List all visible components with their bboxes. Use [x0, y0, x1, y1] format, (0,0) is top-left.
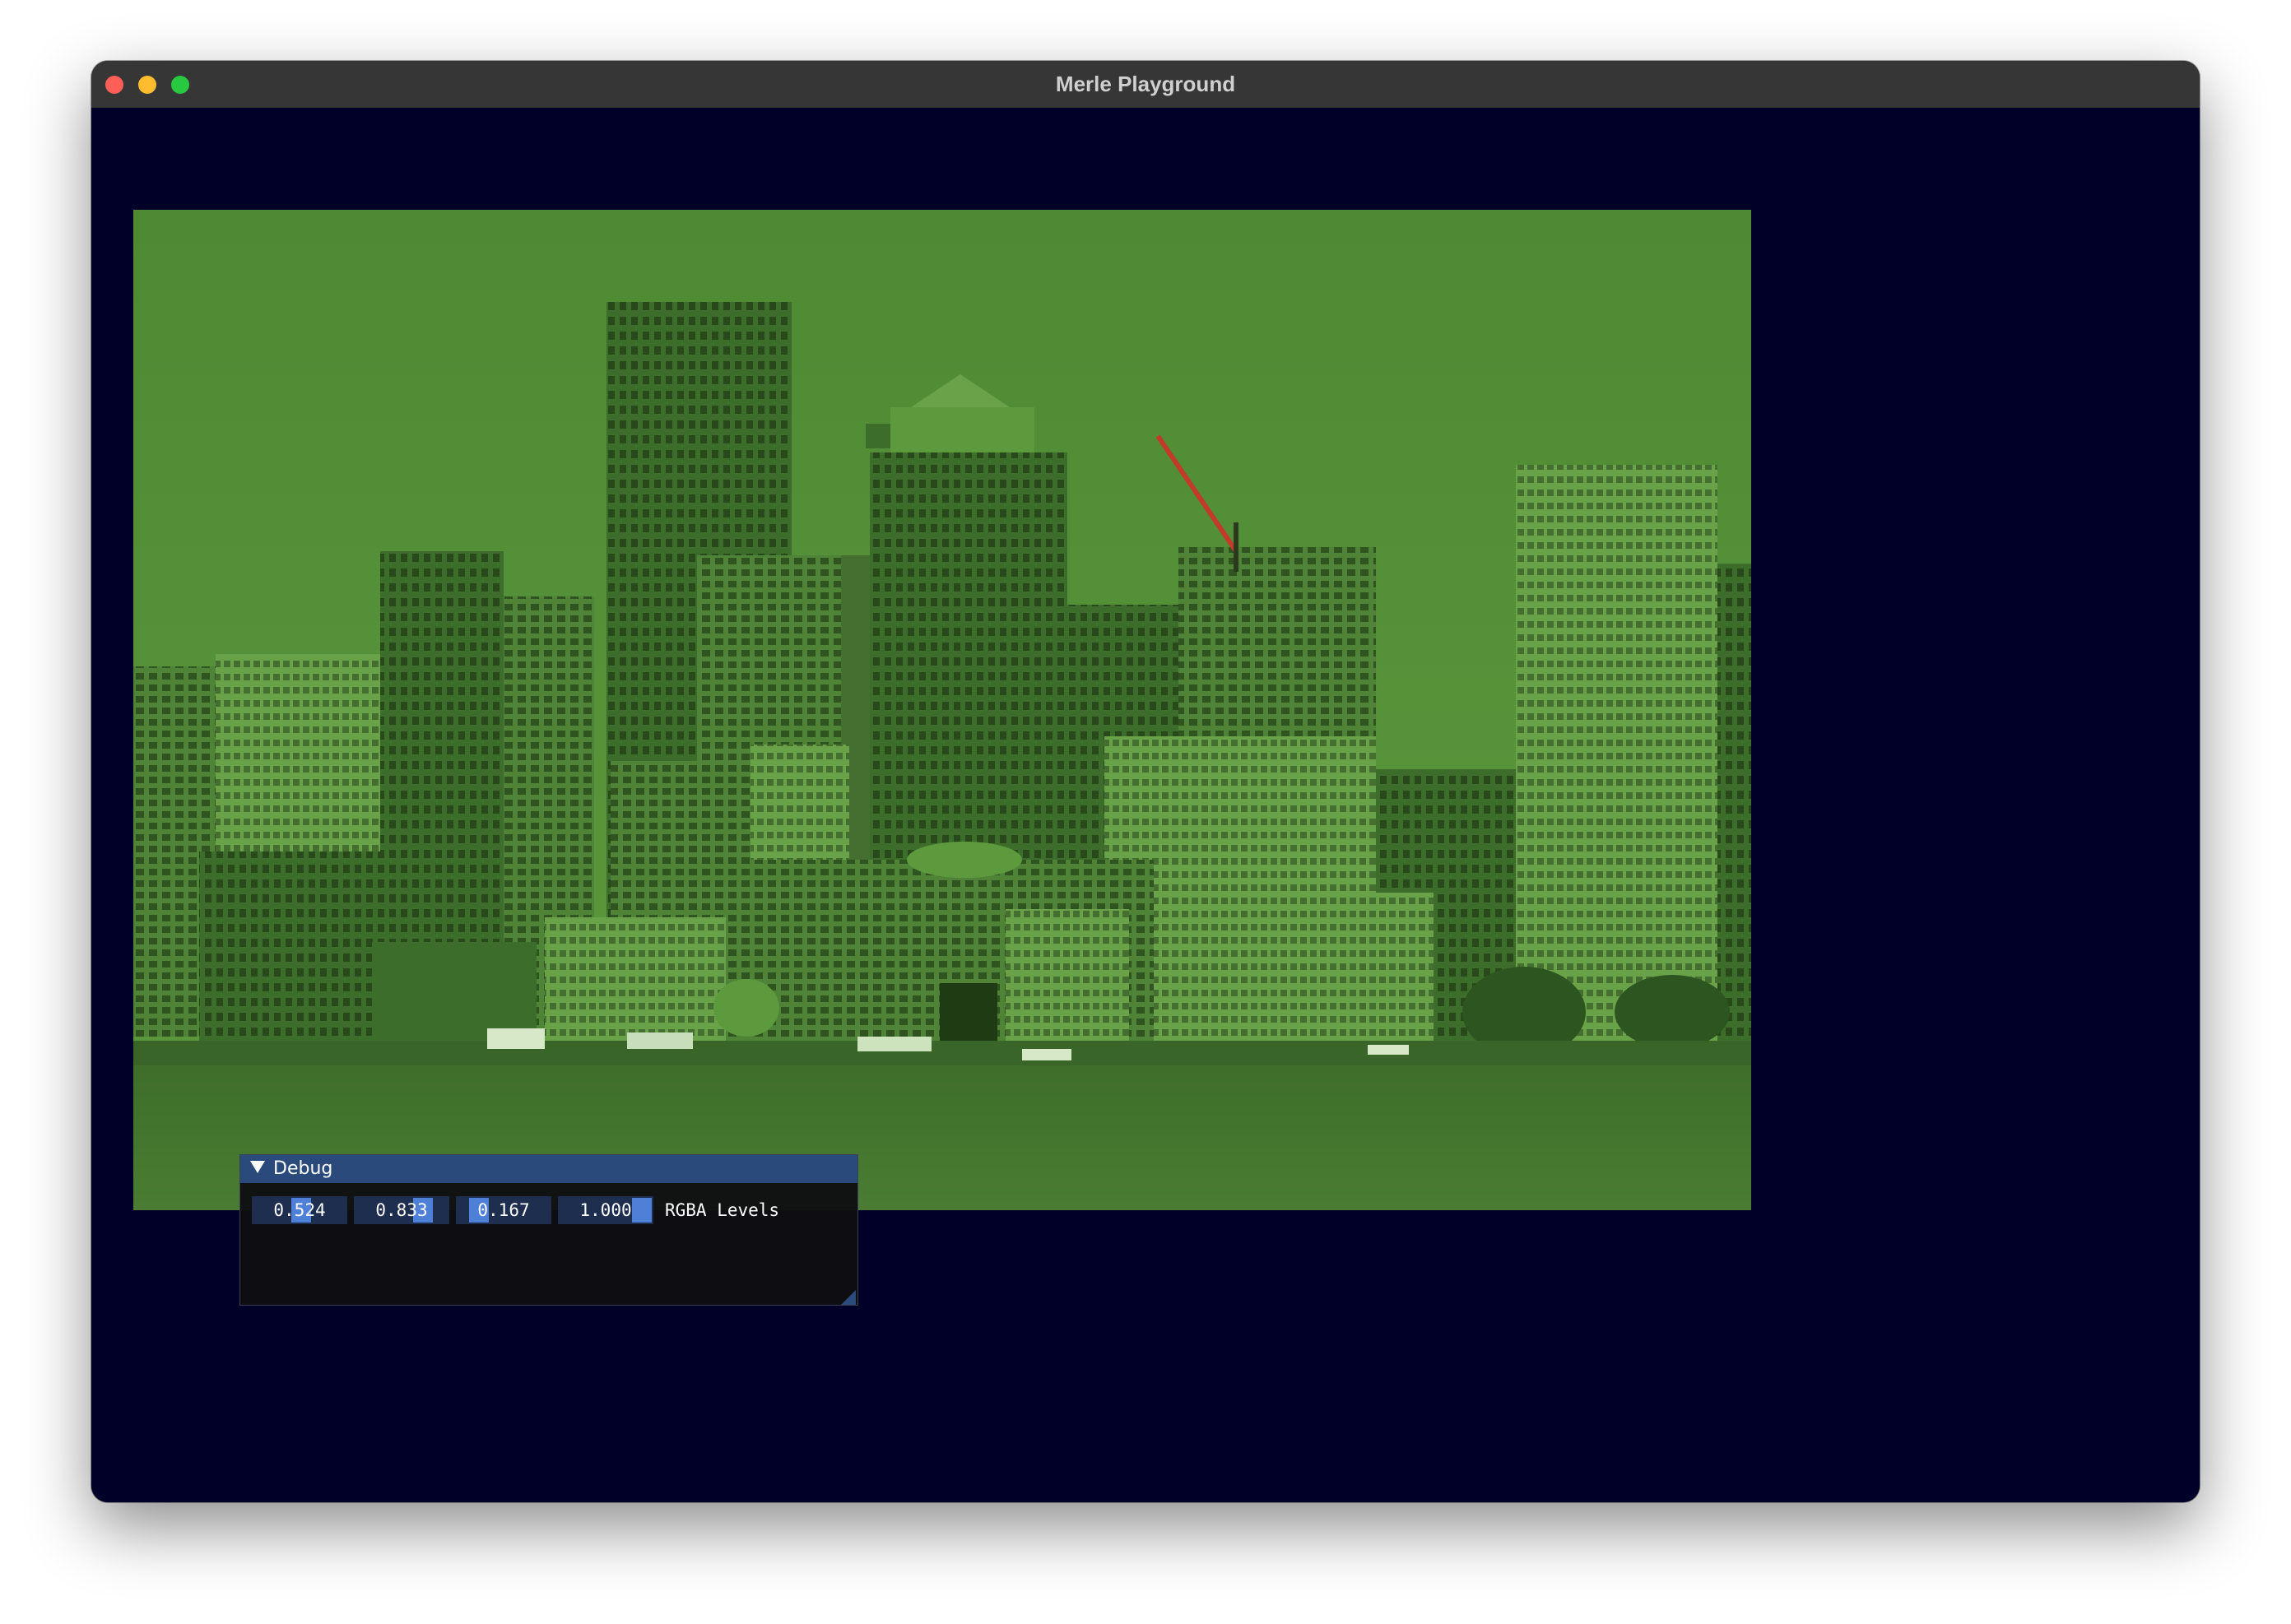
app-window: Merle Playground Debug 0.524 0.833 0.167… [91, 61, 2200, 1502]
level-r-value: 0.524 [273, 1200, 326, 1220]
rgba-levels-row: 0.524 0.833 0.167 1.000 RGBA Levels [252, 1196, 846, 1224]
skyline-image-svg [133, 210, 1751, 1210]
triangle-down-icon[interactable] [250, 1160, 265, 1173]
level-a-value: 1.000 [579, 1200, 632, 1220]
level-b-slider[interactable]: 0.167 [456, 1196, 551, 1224]
level-a-slider[interactable]: 1.000 [558, 1196, 653, 1224]
skyline-image [133, 210, 1751, 1210]
level-b-value: 0.167 [477, 1200, 530, 1220]
panel-resize-grip[interactable] [841, 1290, 856, 1305]
level-a-grab[interactable] [632, 1198, 652, 1223]
debug-panel[interactable]: Debug 0.524 0.833 0.167 1.000 RGBA Level… [239, 1154, 858, 1306]
level-g-slider[interactable]: 0.833 [354, 1196, 449, 1224]
level-r-slider[interactable]: 0.524 [252, 1196, 347, 1224]
window-title: Merle Playground [1055, 72, 1236, 96]
title-bar[interactable]: Merle Playground [91, 61, 2200, 109]
debug-panel-header[interactable]: Debug [240, 1155, 857, 1183]
debug-panel-title: Debug [273, 1158, 333, 1179]
rgba-levels-label: RGBA Levels [665, 1200, 780, 1220]
level-g-value: 0.833 [375, 1200, 428, 1220]
debug-panel-body: 0.524 0.833 0.167 1.000 RGBA Levels [240, 1183, 857, 1306]
render-area: Debug 0.524 0.833 0.167 1.000 RGBA Level… [91, 108, 2200, 1502]
